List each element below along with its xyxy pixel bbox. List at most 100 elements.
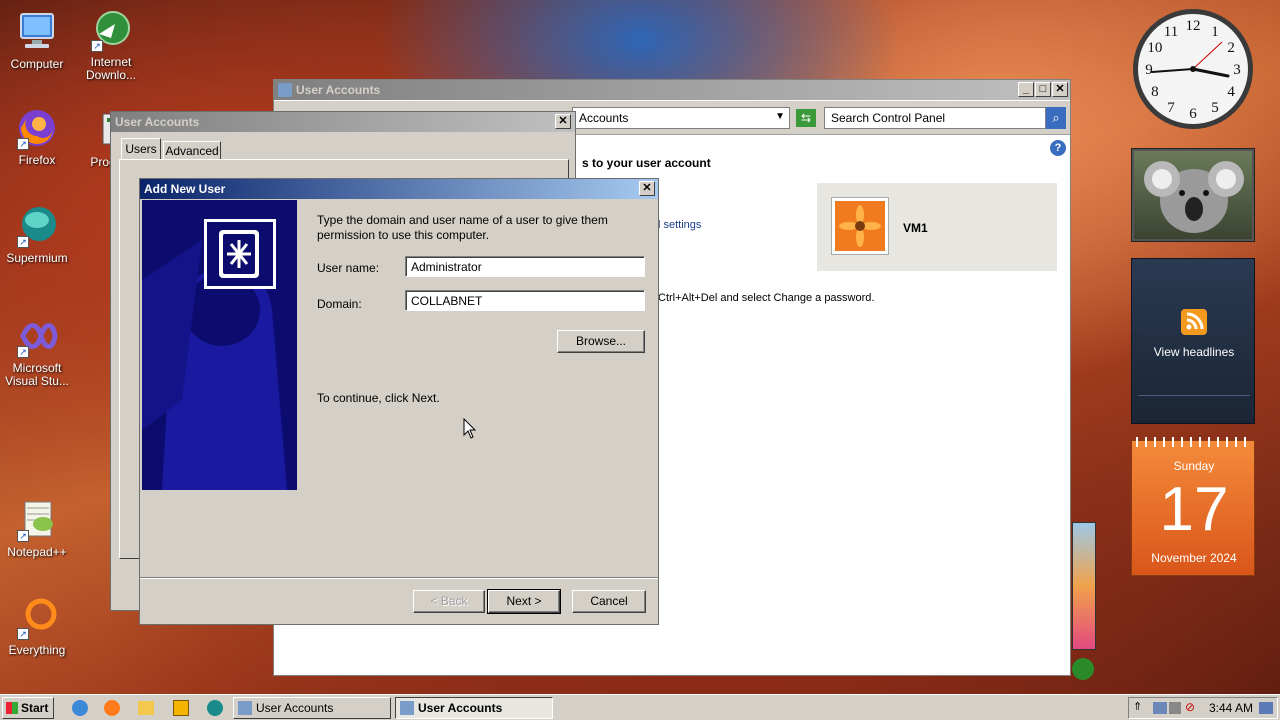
taskbar-item-label: User Accounts [418,701,503,715]
user-accounts-icon [278,83,292,97]
desktop-icon-notepad-plus-plus[interactable]: ↗ Notepad++ [0,498,74,559]
tray-app-icon[interactable] [1169,702,1181,714]
taskbar-item-label: User Accounts [256,701,334,715]
maximize-button[interactable]: □ [1035,82,1051,97]
desktop-icon-everything[interactable]: ↗ Everything [0,596,74,657]
address-dropdown-icon[interactable]: ▼ [775,111,785,122]
desktop-icon-internet-download[interactable]: ↗ Internet Downlo... [74,8,148,82]
search-input[interactable]: Search Control Panel [824,107,1046,129]
clock-numeral: 7 [1167,100,1175,116]
calendar-month-year: November 2024 [1151,551,1237,565]
password-hint: Ctrl+Alt+Del and select Change a passwor… [658,292,875,304]
windows-logo-icon[interactable] [1072,658,1094,680]
continue-text: To continue, click Next. [317,391,440,405]
shortcut-arrow-icon: ↗ [17,628,29,640]
clock-gadget[interactable]: 12 1 2 3 4 5 6 7 8 9 10 11 [1130,6,1256,132]
tray-expand-icon[interactable]: ⇑ [1133,700,1142,713]
back-button[interactable]: < Back [413,590,485,613]
desktop-icon-label: Internet Downlo... [85,55,137,82]
close-button[interactable]: ✕ [639,181,655,196]
desktop-icon-label: Notepad++ [7,545,67,559]
desktop-icon-label: Microsoft Visual Stu... [5,361,69,388]
sidebar-tab-strip[interactable] [1072,522,1096,650]
globe-download-icon: ↗ [89,8,133,52]
account-picture [831,197,889,255]
system-tray: ⇑ ⊘ 3:44 AM [1128,697,1278,719]
account-tile[interactable]: VM1 [817,183,1057,271]
clock-numeral: 12 [1186,18,1201,34]
show-desktop-icon[interactable] [1259,702,1273,714]
quicklaunch-supermium-icon[interactable] [207,700,223,716]
account-name: VM1 [903,221,928,235]
help-icon[interactable]: ? [1050,140,1066,156]
wizard-banner [142,200,297,490]
username-field[interactable]: Administrator [405,256,645,277]
domain-field[interactable]: COLLABNET [405,290,645,311]
desktop-icon-visual-studio[interactable]: ↗ Microsoft Visual Stu... [0,314,74,388]
minimize-button[interactable]: _ [1018,82,1034,97]
taskbar-item-user-accounts-2[interactable]: User Accounts [395,697,553,719]
clock-numeral: 2 [1227,40,1235,56]
domain-label: Domain: [317,297,362,311]
shortcut-arrow-icon: ↗ [17,236,29,248]
close-button[interactable]: ✕ [1052,82,1068,97]
start-button[interactable]: Start [2,697,54,719]
user-accounts-titlebar[interactable]: User Accounts ✕ [111,112,575,132]
mouse-cursor-icon [463,417,477,440]
control-panel-titlebar[interactable]: User Accounts _ □ ✕ [274,80,1070,100]
clock-numeral: 1 [1211,24,1219,40]
search-placeholder: Search Control Panel [831,111,946,125]
search-icon[interactable]: ⌕ [1046,107,1066,129]
clock-numeral: 4 [1227,84,1235,100]
view-headlines-link[interactable]: View headlines [1132,345,1256,359]
notepad-plus-plus-icon: ↗ [15,498,59,542]
refresh-icon[interactable]: ⇆ [796,109,816,127]
desktop-icon-computer[interactable]: Computer [0,10,74,71]
slideshow-gadget[interactable] [1131,148,1255,242]
network-icon[interactable] [1153,702,1167,714]
window-title: User Accounts [296,83,381,97]
taskbar-clock[interactable]: 3:44 AM [1209,701,1253,715]
calendar-day-name: Sunday [1173,459,1215,473]
firefox-icon: ↗ [15,106,59,150]
desktop-icon-label: Everything [8,643,66,657]
visual-studio-icon: ↗ [15,314,59,358]
supermium-icon: ↗ [15,204,59,248]
clock-numeral: 6 [1189,106,1197,122]
desktop-icon-supermium[interactable]: ↗ Supermium [0,204,74,265]
quicklaunch-folder-icon[interactable] [138,701,154,715]
quicklaunch-media-icon[interactable] [173,700,189,716]
tab-advanced[interactable]: Advanced [163,141,221,160]
page-heading: s to your user account [582,156,711,170]
analog-clock: 12 12 3 45678 9 1011 [1133,9,1253,129]
calendar-gadget[interactable]: Sunday 17 November 2024 [1131,437,1255,576]
settings-link[interactable]: l settings [658,219,701,231]
user-accounts-icon [238,701,252,715]
clock-numeral: 8 [1151,84,1159,100]
koala-photo [1134,151,1252,239]
wizard-key-icon [204,219,276,289]
next-button[interactable]: Next > [487,589,561,614]
clock-numeral: 10 [1147,40,1162,56]
clock-numeral: 9 [1145,62,1153,78]
add-new-user-titlebar[interactable]: Add New User ✕ [140,179,658,199]
clock-numeral: 3 [1233,62,1241,78]
address-bar[interactable]: Accounts ▼ [572,107,790,129]
taskbar-item-user-accounts-1[interactable]: User Accounts [233,697,391,719]
cancel-button[interactable]: Cancel [572,590,646,613]
add-new-user-dialog[interactable]: Add New User ✕ Type the domain and user … [139,178,659,625]
desktop-icon-firefox[interactable]: ↗ Firefox [0,106,74,167]
feed-headlines-gadget[interactable]: View headlines [1131,258,1255,424]
close-button[interactable]: ✕ [555,114,571,129]
footer-divider [140,577,658,579]
tab-users[interactable]: Users [121,138,161,160]
browse-button[interactable]: Browse... [557,330,645,353]
shortcut-arrow-icon: ↗ [17,346,29,358]
user-accounts-icon [400,701,414,715]
shortcut-arrow-icon: ↗ [91,40,103,52]
volume-muted-icon[interactable]: ⊘ [1185,700,1195,714]
quicklaunch-ie-icon[interactable] [72,700,88,716]
address-text: Accounts [579,111,629,125]
clock-numeral: 5 [1211,100,1219,116]
quicklaunch-firefox-icon[interactable] [104,700,120,716]
